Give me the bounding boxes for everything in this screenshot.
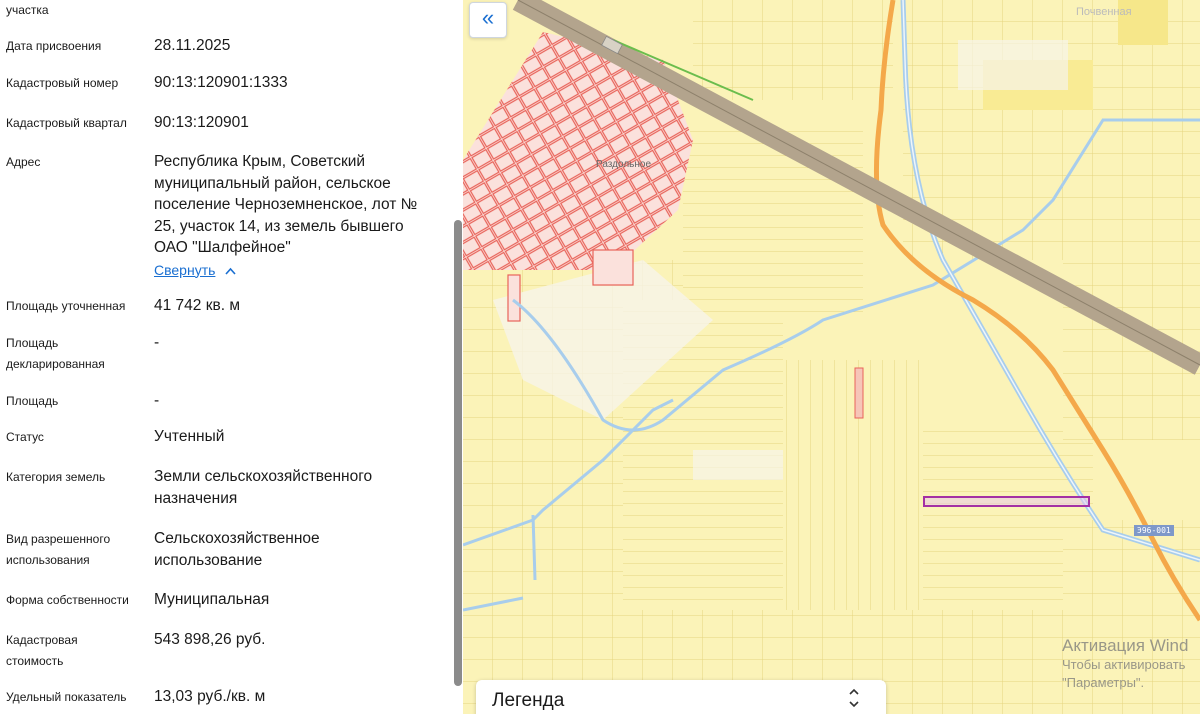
field-label: Площадь декларированная: [6, 333, 141, 375]
address-line: поселение Черноземненское, лот №: [154, 196, 418, 213]
panel-scrollbar-thumb[interactable]: [454, 220, 462, 686]
field-value: -: [154, 392, 160, 409]
parcel-highlighted: [854, 367, 864, 419]
field-label: Категория земель: [6, 470, 106, 484]
parcel-group: [783, 360, 923, 610]
field-label: Площадь: [6, 394, 59, 408]
unassigned-land: [958, 40, 1068, 90]
watermark-line: "Параметры".: [1062, 675, 1145, 690]
value-line: назначения: [154, 489, 238, 507]
field-label: Кадастровый квартал: [6, 116, 127, 130]
field-label: Дата присвоения: [6, 39, 102, 53]
cadastral-map[interactable]: Раздольное Э96-001 Почвенная: [463, 0, 1200, 714]
chevron-up-icon[interactable]: [225, 261, 237, 283]
settlement-building: [507, 274, 521, 322]
map-canvas[interactable]: [463, 0, 1200, 714]
label-line: использования: [6, 553, 90, 567]
field-value: Сельскохозяйственное использование: [154, 528, 439, 571]
unassigned-land: [693, 450, 783, 480]
value-line: Сельскохозяйственное: [154, 530, 320, 547]
field-value: Учтенный: [154, 428, 225, 445]
field-value: 41 742 кв. м: [154, 297, 240, 314]
field-label: Кадастровая стоимость: [6, 630, 141, 672]
parcel-group: [693, 0, 893, 100]
field-label: Статус: [6, 430, 44, 444]
field-value[interactable]: 90:13:120901:1333: [154, 72, 439, 94]
field-label: Форма собственности: [6, 593, 129, 607]
field-label: Удельный показатель: [6, 690, 127, 704]
address-line: 25, участок 14, из земель бывшего: [154, 217, 404, 235]
value-line: Земли сельскохозяйственного: [154, 468, 373, 485]
value-line: использование: [154, 551, 263, 569]
double-chevron-left-icon: «: [481, 5, 495, 30]
field-label: Кадастровый номер: [6, 76, 119, 90]
legend-dropdown[interactable]: Легенда: [476, 680, 886, 714]
collapse-link-wrap: Свернуть: [154, 260, 439, 283]
windows-activation-watermark: Активация Wind Чтобы активировать "Парам…: [1062, 636, 1188, 692]
label-line: стоимость: [6, 654, 64, 668]
label-line: Вид разрешенного: [6, 532, 111, 546]
parcel-group: [683, 120, 863, 320]
collapse-panel-button[interactable]: «: [469, 2, 507, 38]
field-value: Муниципальная: [154, 591, 270, 608]
label-line: Площадь: [6, 336, 59, 350]
settlement-building: [592, 249, 634, 286]
address-line: Республика Крым, Советский: [154, 153, 366, 170]
field-value: 543 898,26 руб.: [154, 631, 266, 648]
canal: [531, 514, 537, 581]
map-label: Почвенная: [1076, 6, 1132, 18]
field-value: 13,03 руб./кв. м: [154, 688, 266, 705]
label-line: декларированная: [6, 357, 105, 371]
address-line: муниципальный район, сельское: [154, 174, 391, 192]
field-value: 28.11.2025: [154, 37, 231, 54]
label-line: Кадастровая: [6, 633, 78, 647]
watermark-line: Активация Wind: [1062, 636, 1189, 655]
address-line: ОАО "Шалфейное": [154, 239, 291, 256]
field-label: Адрес: [6, 155, 41, 169]
field-value: -: [154, 334, 160, 351]
chevron-up-down-icon: [848, 686, 860, 711]
selected-parcel-outline[interactable]: [923, 496, 1090, 507]
field-label: участка: [6, 3, 49, 17]
legend-title: Легенда: [492, 690, 565, 711]
field-label: Вид разрешенного использования: [6, 529, 141, 571]
collapse-link[interactable]: Свернуть: [154, 262, 215, 278]
field-value: Земли сельскохозяйственного назначения: [154, 466, 439, 509]
field-value[interactable]: 90:13:120901: [154, 112, 439, 134]
field-label: Площадь уточненная: [6, 299, 126, 313]
parcel-info-panel: участка Дата присвоения 28.11.2025 Кадас…: [0, 0, 463, 714]
watermark-line: Чтобы активировать: [1062, 657, 1186, 672]
road-badge: Э96-001: [1134, 525, 1174, 536]
address-value: Республика Крым, Советский муниципальный…: [154, 151, 439, 282]
village-label: Раздольное: [596, 159, 652, 170]
